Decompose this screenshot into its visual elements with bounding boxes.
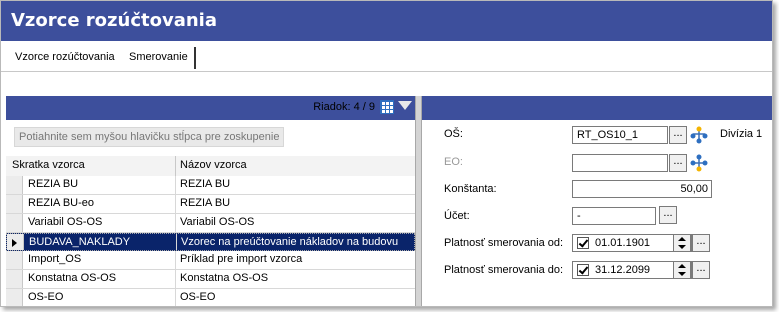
spin-up-icon[interactable] [678, 264, 686, 268]
cell-name: OS-EO [180, 291, 216, 303]
row-header[interactable] [6, 176, 23, 194]
os-field[interactable]: RT_OS10_1 [572, 126, 668, 144]
eo-tree-icon[interactable] [690, 154, 708, 172]
platnost-od-spinner[interactable] [673, 234, 691, 252]
grid-icon[interactable] [380, 100, 394, 114]
row-header[interactable] [6, 270, 23, 288]
konstanta-field[interactable]: 50,00 [572, 180, 712, 198]
platnost-od-calendar-button[interactable]: ... [692, 234, 710, 252]
platnost-do-calendar-button[interactable]: ... [692, 261, 710, 279]
row-header[interactable] [7, 234, 24, 250]
tab-vzorce-rozuctovania[interactable]: Vzorce rozúčtovania [9, 47, 121, 69]
cell-name: Príklad pre import vzorca [180, 253, 303, 265]
column-header-nazov[interactable]: Názov vzorca [180, 159, 247, 171]
spin-down-icon[interactable] [678, 245, 686, 249]
grid-column-headers: Skratka vzorca Názov vzorca [6, 156, 415, 177]
cell-divider [175, 176, 176, 194]
cell-divider [175, 195, 176, 213]
platnost-do-checkbox[interactable] [577, 264, 589, 276]
detail-header-bar [422, 96, 772, 120]
filter-icon[interactable] [398, 101, 412, 110]
spin-down-icon[interactable] [678, 272, 686, 276]
spin-up-icon[interactable] [678, 237, 686, 241]
table-row[interactable]: Import_OS Príklad pre import vzorca [6, 251, 415, 270]
os-browse-button[interactable]: ... [669, 126, 687, 144]
table-row-selected[interactable]: BUDAVA_NAKLADY Vzorec na preúčtovanie ná… [6, 233, 415, 251]
eo-field[interactable] [572, 154, 668, 172]
cell-name: REZIA BU [180, 178, 231, 190]
cell-divider [175, 270, 176, 288]
column-divider[interactable] [175, 156, 176, 176]
column-header-skratka[interactable]: Skratka vzorca [12, 159, 85, 171]
cell-code: Import_OS [28, 253, 82, 265]
cell-divider [175, 289, 176, 306]
group-by-hint: Potiahnite sem myšou hlavičku stĺpca pre… [14, 127, 285, 147]
eo-label: EO: [444, 156, 463, 168]
platnost-od-label: Platnosť smerovania od: [444, 237, 564, 249]
title-bar: Vzorce rozúčtovania [1, 1, 772, 41]
row-header[interactable] [6, 195, 23, 213]
tab-strip: Vzorce rozúčtovania Smerovanie [1, 41, 772, 72]
cell-code: REZIA BU [28, 178, 79, 190]
table-row[interactable]: Konstatna OS-OS Konstatna OS-OS [6, 270, 415, 289]
ucet-label: Účet: [444, 210, 470, 222]
cell-name: REZIA BU [180, 197, 231, 209]
platnost-od-checkbox[interactable] [577, 237, 589, 249]
row-header[interactable] [6, 214, 23, 232]
os-label: OŠ: [444, 128, 463, 140]
konstanta-label: Konštanta: [444, 183, 497, 195]
detail-form: OŠ: RT_OS10_1 ... Divízia 1 EO: ... Konš… [422, 120, 772, 306]
table-row[interactable]: REZIA BU REZIA BU [6, 176, 415, 195]
platnost-do-label: Platnosť smerovania do: [444, 264, 564, 276]
grid-header-bar: Riadok: 4 / 9 [6, 96, 415, 120]
cell-divider [175, 214, 176, 232]
splitter[interactable] [415, 96, 422, 306]
cell-code: Variabil OS-OS [28, 216, 103, 228]
platnost-do-spinner[interactable] [673, 261, 691, 279]
row-counter: Riadok: 4 / 9 [313, 101, 375, 113]
row-header[interactable] [6, 289, 23, 306]
table-row[interactable]: Variabil OS-OS Variabil OS-OS [6, 214, 415, 233]
eo-browse-button[interactable]: ... [669, 154, 687, 172]
tab-smerovanie[interactable]: Smerovanie [123, 47, 196, 69]
cell-name: Vzorec na preúčtovanie nákladov na budov… [181, 236, 399, 248]
table-row[interactable]: OS-EO OS-EO [6, 289, 415, 306]
table-row[interactable]: REZIA BU-eo REZIA BU [6, 195, 415, 214]
window-title: Vzorce rozúčtovania [11, 10, 217, 31]
os-division-text: Divízia 1 [720, 128, 763, 140]
current-row-arrow-icon [12, 239, 17, 247]
org-tree-icon[interactable] [690, 126, 708, 144]
cell-code: Konstatna OS-OS [28, 272, 117, 284]
cell-name: Variabil OS-OS [180, 216, 255, 228]
row-header[interactable] [6, 251, 23, 269]
ucet-field[interactable]: - [572, 207, 656, 225]
cell-divider [176, 234, 177, 250]
cell-divider [175, 251, 176, 269]
cell-code: REZIA BU-eo [28, 197, 95, 209]
ucet-browse-button[interactable]: ... [659, 206, 677, 224]
cell-code: BUDAVA_NAKLADY [29, 236, 131, 248]
grid-rows: REZIA BU REZIA BU REZIA BU-eo REZIA BU V… [6, 176, 415, 306]
cell-code: OS-EO [28, 291, 64, 303]
cell-name: Konstatna OS-OS [180, 272, 269, 284]
group-by-panel[interactable]: Potiahnite sem myšou hlavičku stĺpca pre… [6, 120, 415, 157]
app-window: Vzorce rozúčtovania Vzorce rozúčtovania … [0, 0, 773, 307]
